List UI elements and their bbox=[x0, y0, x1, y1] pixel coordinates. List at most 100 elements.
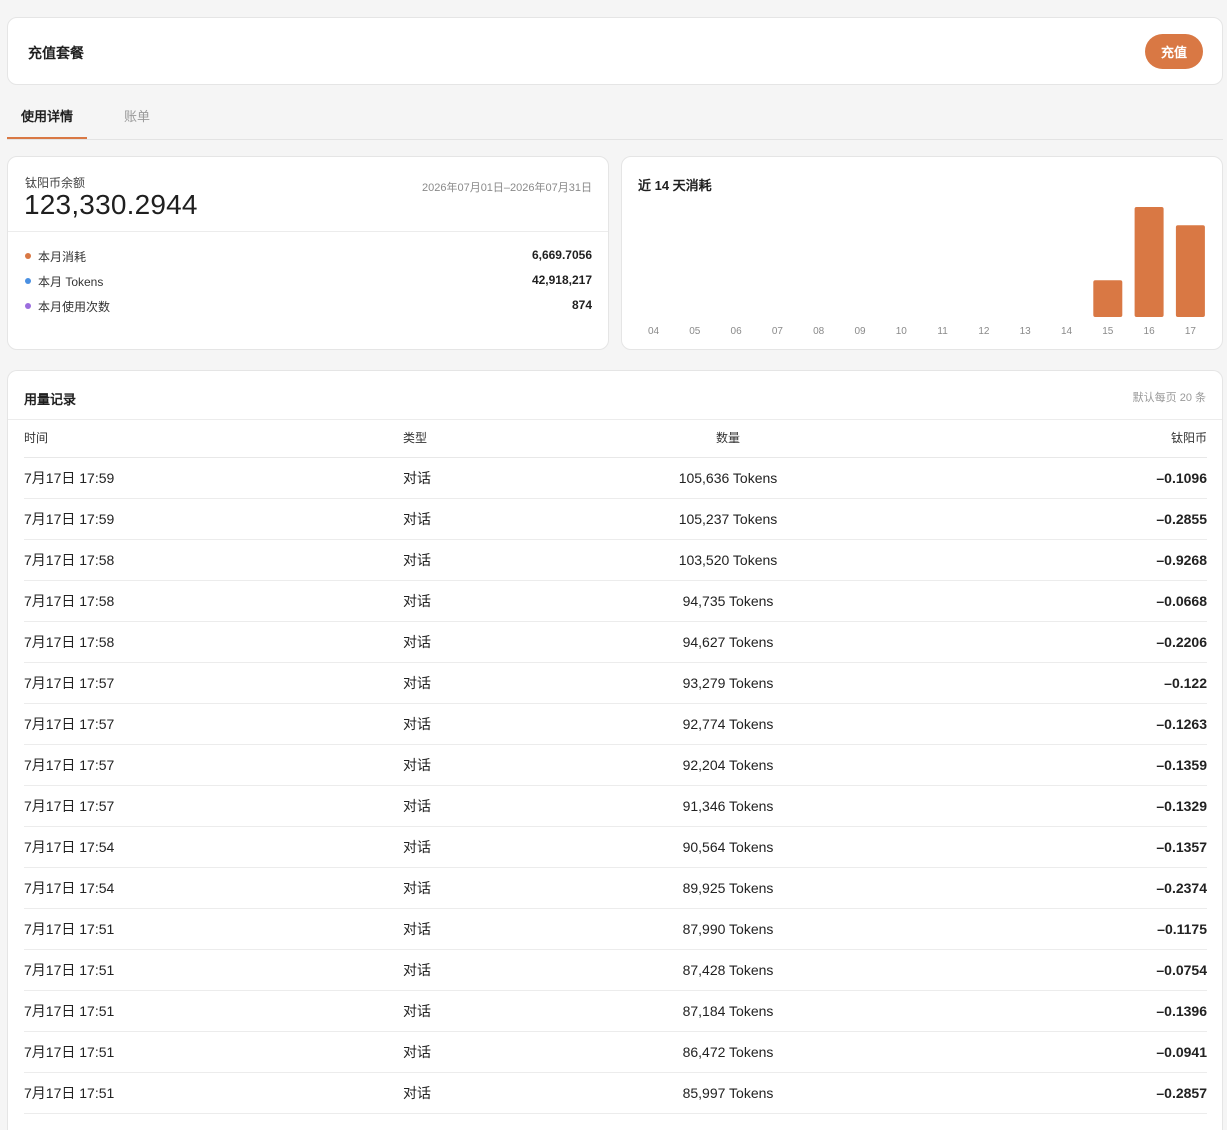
table-row: 7月17日 17:54 对话 90,564 Tokens –0.1357 bbox=[24, 826, 1207, 868]
page-size-hint: 默认每页 20 条 bbox=[1132, 392, 1206, 404]
cell-time: 7月17日 17:51 bbox=[24, 908, 403, 950]
x-tick-label: 07 bbox=[772, 326, 784, 337]
cell-type: 对话 bbox=[403, 539, 583, 581]
column-header-quantity: 数量 bbox=[583, 419, 873, 458]
cell-time: 7月17日 17:59 bbox=[24, 457, 403, 499]
cell-coins: –0.9268 bbox=[873, 539, 1207, 581]
x-tick-label: 04 bbox=[648, 326, 660, 337]
cell-time: 7月17日 17:58 bbox=[24, 539, 403, 581]
cell-time: 7月17日 17:51 bbox=[24, 990, 403, 1032]
cell-coins: –0.1357 bbox=[873, 826, 1207, 868]
cell-quantity: 90,564 Tokens bbox=[583, 826, 873, 868]
dot-icon bbox=[25, 253, 31, 259]
cell-time: 7月17日 17:57 bbox=[24, 785, 403, 827]
cell-type: 对话 bbox=[403, 949, 583, 991]
cell-type: 对话 bbox=[403, 457, 583, 499]
x-tick-label: 08 bbox=[813, 326, 825, 337]
stat-value: 874 bbox=[571, 298, 592, 312]
cell-time: 7月17日 17:57 bbox=[24, 662, 403, 704]
cell-type: 对话 bbox=[403, 826, 583, 868]
cell-coins: –0.0754 bbox=[873, 949, 1207, 991]
cell-type: 对话 bbox=[403, 580, 583, 622]
table-row: 7月17日 17:51 对话 85,997 Tokens –0.2857 bbox=[24, 1072, 1207, 1114]
table-row: 7月17日 17:54 对话 89,925 Tokens –0.2374 bbox=[24, 867, 1207, 909]
cell-quantity: 89,925 Tokens bbox=[583, 867, 873, 909]
consumption-bar-chart: 04 05 06 07 08 09 10 11 12 13 14 15 16 17 bbox=[648, 207, 1205, 337]
cell-coins: –0.2206 bbox=[873, 621, 1207, 663]
x-tick-label: 15 bbox=[1102, 326, 1114, 337]
cell-type: 对话 bbox=[403, 703, 583, 745]
cell-time: 7月17日 17:54 bbox=[24, 867, 403, 909]
table-row: 7月17日 17:58 对话 103,520 Tokens –0.9268 bbox=[24, 539, 1207, 581]
x-tick-label: 06 bbox=[731, 326, 743, 337]
recharge-button[interactable]: 充值 bbox=[1145, 34, 1203, 69]
column-header-time: 时间 bbox=[24, 419, 403, 458]
table-row: 7月17日 17:58 对话 94,627 Tokens –0.2206 bbox=[24, 621, 1207, 663]
recharge-plan-header: 充值套餐 充值 bbox=[7, 17, 1223, 85]
table-row: 7月17日 17:57 对话 92,774 Tokens –0.1263 bbox=[24, 703, 1207, 745]
cell-coins: –0.2857 bbox=[873, 1072, 1207, 1114]
tab-bar: 使用详情 账单 bbox=[7, 96, 1223, 140]
stat-monthly-usage-count: 本月使用次数 874 bbox=[25, 297, 592, 315]
table-row: 7月17日 17:51 对话 86,472 Tokens –0.0941 bbox=[24, 1031, 1207, 1073]
cell-time: 7月17日 17:58 bbox=[24, 621, 403, 663]
table-row: 7月17日 17:51 对话 87,990 Tokens –0.1175 bbox=[24, 908, 1207, 950]
cell-quantity: 87,184 Tokens bbox=[583, 990, 873, 1032]
cell-quantity: 94,735 Tokens bbox=[583, 580, 873, 622]
dot-icon bbox=[25, 303, 31, 309]
balance-value: 123,330.2944 bbox=[24, 189, 198, 220]
cell-type: 对话 bbox=[403, 867, 583, 909]
cell-type: 对话 bbox=[403, 621, 583, 663]
tab-usage-details[interactable]: 使用详情 bbox=[7, 106, 87, 139]
cell-coins: –0.1329 bbox=[873, 785, 1207, 827]
x-tick-label: 10 bbox=[896, 326, 908, 337]
x-tick-label: 14 bbox=[1061, 326, 1073, 337]
balance-card: 钛阳币余额 123,330.2944 2026年07月01日–2026年07月3… bbox=[7, 156, 609, 350]
cell-coins: –0.1096 bbox=[873, 457, 1207, 499]
usage-table: 时间 类型 数量 钛阳币 7月17日 17:59 对话 105,636 Tokens… bbox=[24, 419, 1207, 1114]
table-row: 7月17日 17:59 对话 105,636 Tokens –0.1096 bbox=[24, 457, 1207, 499]
table-row: 7月17日 17:57 对话 92,204 Tokens –0.1359 bbox=[24, 744, 1207, 786]
cell-coins: –0.2855 bbox=[873, 498, 1207, 540]
x-tick-label: 16 bbox=[1144, 326, 1156, 337]
stat-monthly-tokens: 本月 Tokens 42,918,217 bbox=[25, 272, 592, 290]
stat-monthly-spend: 本月消耗 6,669.7056 bbox=[25, 247, 592, 265]
x-tick-label: 11 bbox=[937, 326, 948, 337]
bar-16 bbox=[1134, 207, 1164, 317]
cell-type: 对话 bbox=[403, 744, 583, 786]
cell-type: 对话 bbox=[403, 662, 583, 704]
x-tick-label: 12 bbox=[978, 326, 990, 337]
consumption-chart-card: 近 14 天消耗 04 05 06 07 08 09 10 11 12 13 14 15 16 17 bbox=[621, 156, 1223, 350]
cell-quantity: 92,204 Tokens bbox=[583, 744, 873, 786]
cell-type: 对话 bbox=[403, 990, 583, 1032]
tab-bills[interactable]: 账单 bbox=[124, 106, 150, 139]
cell-quantity: 103,520 Tokens bbox=[583, 539, 873, 581]
table-row: 7月17日 17:51 对话 87,428 Tokens –0.0754 bbox=[24, 949, 1207, 991]
cell-quantity: 87,990 Tokens bbox=[583, 908, 873, 950]
x-tick-label: 17 bbox=[1185, 326, 1197, 337]
x-tick-label: 05 bbox=[689, 326, 701, 337]
cell-coins: –0.2374 bbox=[873, 867, 1207, 909]
cell-quantity: 85,997 Tokens bbox=[583, 1072, 873, 1114]
table-header-row: 时间 类型 数量 钛阳币 bbox=[24, 419, 1207, 458]
cell-coins: –0.1263 bbox=[873, 703, 1207, 745]
cell-quantity: 105,636 Tokens bbox=[583, 457, 873, 499]
stat-value: 6,669.7056 bbox=[531, 248, 592, 262]
cell-coins: –0.0941 bbox=[873, 1031, 1207, 1073]
usage-records-title: 用量记录 bbox=[24, 392, 77, 407]
divider bbox=[8, 231, 608, 232]
table-row: 7月17日 17:51 对话 87,184 Tokens –0.1396 bbox=[24, 990, 1207, 1032]
table-row: 7月17日 17:58 对话 94,735 Tokens –0.0668 bbox=[24, 580, 1207, 622]
date-range: 2026年07月01日–2026年07月31日 bbox=[421, 182, 592, 194]
cell-time: 7月17日 17:59 bbox=[24, 498, 403, 540]
cell-type: 对话 bbox=[403, 785, 583, 827]
column-header-type: 类型 bbox=[403, 419, 583, 458]
cell-coins: –0.1175 bbox=[873, 908, 1207, 950]
cell-coins: –0.1359 bbox=[873, 744, 1207, 786]
cell-time: 7月17日 17:51 bbox=[24, 1031, 403, 1073]
cell-quantity: 91,346 Tokens bbox=[583, 785, 873, 827]
cell-quantity: 105,237 Tokens bbox=[583, 498, 873, 540]
cell-time: 7月17日 17:57 bbox=[24, 744, 403, 786]
bar-17 bbox=[1175, 225, 1205, 317]
cell-coins: –0.0668 bbox=[873, 580, 1207, 622]
